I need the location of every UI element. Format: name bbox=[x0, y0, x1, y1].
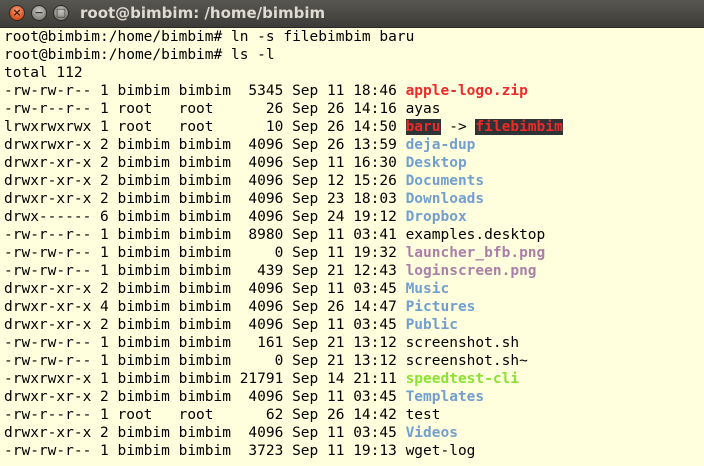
entry-metadata: drwxr-xr-x 2 bimbim bimbim 4096 Sep 11 0… bbox=[4, 281, 406, 297]
entry-name: loginscreen.png bbox=[405, 263, 537, 279]
entry-name: wget-log bbox=[405, 443, 476, 459]
close-window-button[interactable]: × bbox=[9, 5, 25, 21]
symlink-arrow: -> bbox=[440, 119, 476, 135]
command-line-ln: root@bimbim:/home/bimbim# ln -s filebimb… bbox=[4, 29, 415, 45]
entry-metadata: drwxr-xr-x 2 bimbim bimbim 4096 Sep 11 0… bbox=[4, 425, 406, 441]
entry-name: Public bbox=[405, 317, 458, 333]
total-line: total 112 bbox=[4, 65, 83, 81]
entry-name: ayas bbox=[405, 101, 441, 117]
listing-row: drwxr-xr-x 2 bimbim bimbim 4096 Sep 11 1… bbox=[4, 154, 700, 172]
listing-entries: -rw-rw-r-- 1 bimbim bimbim 5345 Sep 11 1… bbox=[4, 82, 700, 460]
entry-metadata: drwxrwxr-x 2 bimbim bimbim 4096 Sep 26 1… bbox=[4, 137, 406, 153]
entry-metadata: drwxr-xr-x 2 bimbim bimbim 4096 Sep 12 1… bbox=[4, 173, 406, 189]
entry-metadata: -rw-r--r-- 1 root root 62 Sep 26 14:42 bbox=[4, 407, 406, 423]
entry-name: screenshot.sh~ bbox=[405, 353, 528, 369]
entry-metadata: drwxr-xr-x 2 bimbim bimbim 4096 Sep 11 1… bbox=[4, 155, 406, 171]
entry-name: Pictures bbox=[405, 299, 476, 315]
listing-row: -rw-r--r-- 1 root root 26 Sep 26 14:16 a… bbox=[4, 100, 700, 118]
entry-name: deja-dup bbox=[405, 137, 476, 153]
entry-metadata: -rw-rw-r-- 1 bimbim bimbim 161 Sep 21 13… bbox=[4, 335, 406, 351]
symlink-target: filebimbim bbox=[475, 119, 563, 135]
listing-row: -rw-r--r-- 1 root root 62 Sep 26 14:42 t… bbox=[4, 406, 700, 424]
entry-name: Downloads bbox=[405, 191, 485, 207]
entry-metadata: drwxr-xr-x 2 bimbim bimbim 4096 Sep 11 0… bbox=[4, 317, 406, 333]
entry-name: test bbox=[405, 407, 441, 423]
entry-metadata: -rw-rw-r-- 1 bimbim bimbim 0 Sep 11 19:3… bbox=[4, 245, 406, 261]
listing-row: drwxr-xr-x 2 bimbim bimbim 4096 Sep 11 0… bbox=[4, 388, 700, 406]
listing-row: -rw-rw-r-- 1 bimbim bimbim 3723 Sep 11 1… bbox=[4, 442, 700, 460]
entry-name: launcher_bfb.png bbox=[405, 245, 546, 261]
entry-metadata: -rw-rw-r-- 1 bimbim bimbim 0 Sep 21 13:1… bbox=[4, 353, 406, 369]
window-title: root@bimbim: /home/bimbim bbox=[80, 4, 326, 22]
entry-metadata: -rw-r--r-- 1 root root 26 Sep 26 14:16 bbox=[4, 101, 406, 117]
entry-name: examples.desktop bbox=[405, 227, 546, 243]
listing-row: drwxr-xr-x 2 bimbim bimbim 4096 Sep 11 0… bbox=[4, 424, 700, 442]
entry-metadata: -rw-rw-r-- 1 bimbim bimbim 3723 Sep 11 1… bbox=[4, 443, 406, 459]
listing-row: -rw-rw-r-- 1 bimbim bimbim 0 Sep 11 19:3… bbox=[4, 244, 700, 262]
entry-name: Music bbox=[405, 281, 450, 297]
maximize-window-button[interactable]: □ bbox=[53, 5, 69, 21]
listing-row: -rw-rw-r-- 1 bimbim bimbim 0 Sep 21 13:1… bbox=[4, 352, 700, 370]
minimize-window-button[interactable]: − bbox=[31, 5, 47, 21]
listing-row: -rw-rw-r-- 1 bimbim bimbim 439 Sep 21 12… bbox=[4, 262, 700, 280]
entry-name: Documents bbox=[405, 173, 485, 189]
entry-name: speedtest-cli bbox=[405, 371, 520, 387]
entry-metadata: -rw-rw-r-- 1 bimbim bimbim 439 Sep 21 12… bbox=[4, 263, 406, 279]
entry-metadata: -rw-r--r-- 1 bimbim bimbim 8980 Sep 11 0… bbox=[4, 227, 406, 243]
entry-metadata: lrwxrwxrwx 1 root root 10 Sep 26 14:50 bbox=[4, 119, 406, 135]
listing-row: -rwxrwxr-x 1 bimbim bimbim 21791 Sep 14 … bbox=[4, 370, 700, 388]
window-titlebar[interactable]: × − □ root@bimbim: /home/bimbim bbox=[0, 0, 704, 28]
entry-metadata: drwx------ 6 bimbim bimbim 4096 Sep 24 1… bbox=[4, 209, 406, 225]
entry-name: apple-logo.zip bbox=[405, 83, 528, 99]
listing-row: drwxrwxr-x 2 bimbim bimbim 4096 Sep 26 1… bbox=[4, 136, 700, 154]
entry-metadata: drwxr-xr-x 2 bimbim bimbim 4096 Sep 11 0… bbox=[4, 389, 406, 405]
entry-name: Videos bbox=[405, 425, 458, 441]
listing-row: drwxr-xr-x 2 bimbim bimbim 4096 Sep 23 1… bbox=[4, 190, 700, 208]
entry-name: screenshot.sh bbox=[405, 335, 520, 351]
terminal-output[interactable]: root@bimbim:/home/bimbim# ln -s filebimb… bbox=[0, 28, 704, 466]
listing-row: drwxr-xr-x 2 bimbim bimbim 4096 Sep 11 0… bbox=[4, 316, 700, 334]
listing-row: lrwxrwxrwx 1 root root 10 Sep 26 14:50 b… bbox=[4, 118, 700, 136]
listing-row: drwx------ 6 bimbim bimbim 4096 Sep 24 1… bbox=[4, 208, 700, 226]
entry-metadata: -rw-rw-r-- 1 bimbim bimbim 5345 Sep 11 1… bbox=[4, 83, 406, 99]
entry-metadata: drwxr-xr-x 2 bimbim bimbim 4096 Sep 23 1… bbox=[4, 191, 406, 207]
entry-metadata: -rwxrwxr-x 1 bimbim bimbim 21791 Sep 14 … bbox=[4, 371, 406, 387]
entry-name: Dropbox bbox=[405, 209, 467, 225]
command-line-ls: root@bimbim:/home/bimbim# ls -l bbox=[4, 47, 275, 63]
entry-name: Templates bbox=[405, 389, 485, 405]
listing-row: drwxr-xr-x 2 bimbim bimbim 4096 Sep 12 1… bbox=[4, 172, 700, 190]
listing-row: -rw-rw-r-- 1 bimbim bimbim 161 Sep 21 13… bbox=[4, 334, 700, 352]
listing-row: -rw-r--r-- 1 bimbim bimbim 8980 Sep 11 0… bbox=[4, 226, 700, 244]
listing-row: drwxr-xr-x 2 bimbim bimbim 4096 Sep 11 0… bbox=[4, 280, 700, 298]
terminal-window: × − □ root@bimbim: /home/bimbim root@bim… bbox=[0, 0, 704, 466]
listing-row: drwxr-xr-x 4 bimbim bimbim 4096 Sep 26 1… bbox=[4, 298, 700, 316]
entry-name: baru bbox=[405, 119, 441, 135]
entry-name: Desktop bbox=[405, 155, 467, 171]
entry-metadata: drwxr-xr-x 4 bimbim bimbim 4096 Sep 26 1… bbox=[4, 299, 406, 315]
listing-row: -rw-rw-r-- 1 bimbim bimbim 5345 Sep 11 1… bbox=[4, 82, 700, 100]
